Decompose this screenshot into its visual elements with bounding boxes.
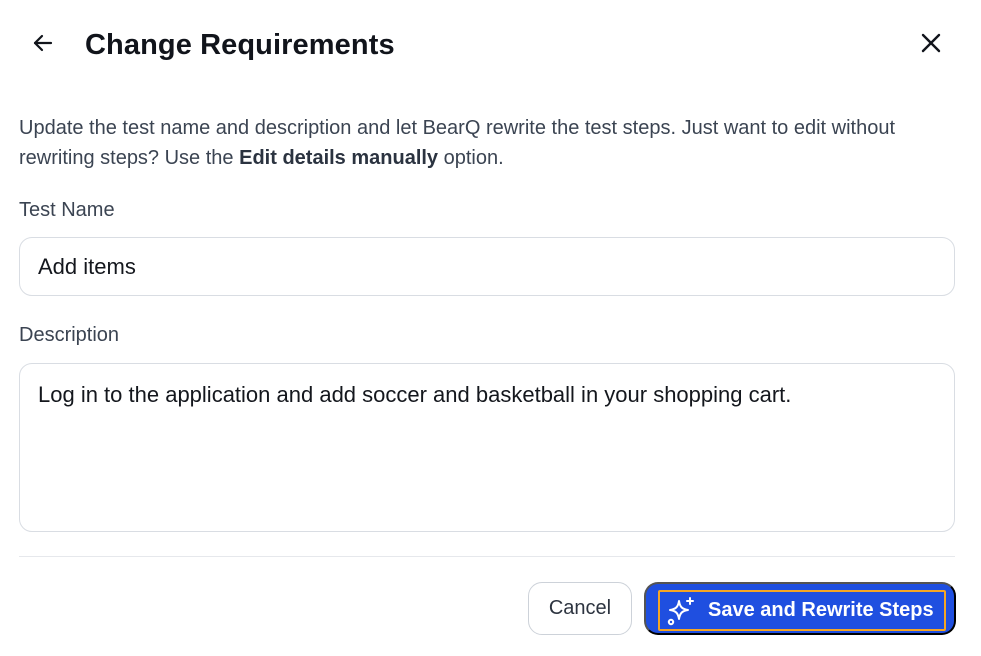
close-icon xyxy=(920,32,942,59)
sparkles-icon xyxy=(664,594,698,628)
description-label: Description xyxy=(19,324,120,346)
arrow-left-icon xyxy=(31,31,55,60)
test-name-label: Test Name xyxy=(19,199,115,221)
footer-divider xyxy=(19,556,955,557)
dialog-title: Change Requirements xyxy=(85,29,395,61)
cancel-button[interactable]: Cancel xyxy=(528,582,632,635)
edit-manually-emphasis: Edit details manually xyxy=(239,147,439,169)
intro-text: Update the test name and description and… xyxy=(19,113,939,173)
save-button-label: Save and Rewrite Steps xyxy=(708,599,934,621)
focus-ring: Save and Rewrite Steps xyxy=(658,590,946,631)
save-and-rewrite-button[interactable]: Save and Rewrite Steps xyxy=(644,582,956,635)
back-button[interactable] xyxy=(28,30,58,60)
intro-text-end: option. xyxy=(438,147,504,169)
description-textarea[interactable]: Log in to the application and add soccer… xyxy=(19,363,955,532)
close-button[interactable] xyxy=(916,30,946,60)
test-name-input[interactable] xyxy=(19,237,955,296)
